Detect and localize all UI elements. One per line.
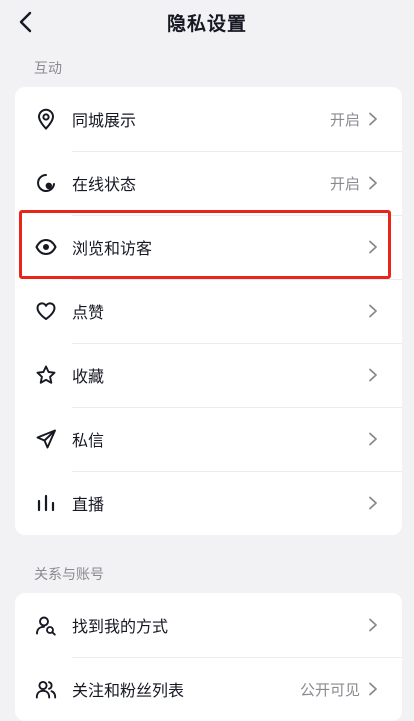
heart-icon — [35, 300, 57, 322]
chevron-right-icon — [368, 682, 380, 696]
online-status-icon — [35, 172, 57, 194]
chevron-right-icon — [368, 496, 380, 510]
chevron-right-icon — [368, 112, 380, 126]
section-label-relationships: 关系与账号 — [34, 567, 104, 583]
row-favorites[interactable]: 收藏 — [15, 343, 402, 407]
chevron-right-icon — [368, 176, 380, 190]
row-label: 在线状态 — [72, 175, 137, 194]
row-label: 找到我的方式 — [72, 617, 169, 636]
chevron-right-icon — [368, 304, 380, 318]
row-live[interactable]: 直播 — [15, 471, 402, 535]
chevron-right-icon — [368, 432, 380, 446]
section-label-interaction: 互动 — [34, 61, 62, 77]
top-bar: 隐私设置 — [0, 0, 414, 44]
row-label: 直播 — [72, 495, 105, 514]
row-label: 私信 — [72, 431, 105, 450]
row-label: 同城展示 — [72, 111, 137, 130]
row-online-status[interactable]: 在线状态 开启 — [15, 151, 402, 215]
location-pin-icon — [35, 108, 57, 130]
row-value: 公开可见 — [299, 680, 360, 699]
row-nearby-display[interactable]: 同城展示 开启 — [15, 87, 402, 151]
relationships-settings-card: 找到我的方式 关注和粉丝列表 公开可见 — [15, 593, 402, 721]
row-label: 浏览和访客 — [72, 239, 153, 258]
send-icon — [35, 428, 57, 450]
row-find-me[interactable]: 找到我的方式 — [15, 593, 402, 657]
search-person-icon — [35, 614, 57, 636]
row-browsing-visitors[interactable]: 浏览和访客 — [15, 215, 402, 279]
eye-icon — [35, 236, 57, 258]
row-value: 开启 — [329, 174, 360, 193]
row-likes[interactable]: 点赞 — [15, 279, 402, 343]
star-icon — [35, 364, 57, 386]
live-bars-icon — [35, 492, 57, 514]
row-label: 关注和粉丝列表 — [72, 681, 185, 700]
interaction-settings-card: 同城展示 开启 在线状态 开启 浏览和访客 点赞 收藏 私信 直播 — [15, 87, 402, 535]
users-icon — [35, 678, 57, 700]
row-value: 开启 — [329, 110, 360, 129]
chevron-right-icon — [368, 240, 380, 254]
row-follow-fans-list[interactable]: 关注和粉丝列表 公开可见 — [15, 657, 402, 721]
row-label: 点赞 — [72, 303, 105, 322]
back-arrow-icon — [18, 11, 32, 33]
chevron-right-icon — [368, 368, 380, 382]
row-direct-messages[interactable]: 私信 — [15, 407, 402, 471]
page-title: 隐私设置 — [166, 12, 247, 35]
row-label: 收藏 — [72, 367, 105, 386]
back-button[interactable] — [10, 6, 40, 38]
chevron-right-icon — [368, 618, 380, 632]
